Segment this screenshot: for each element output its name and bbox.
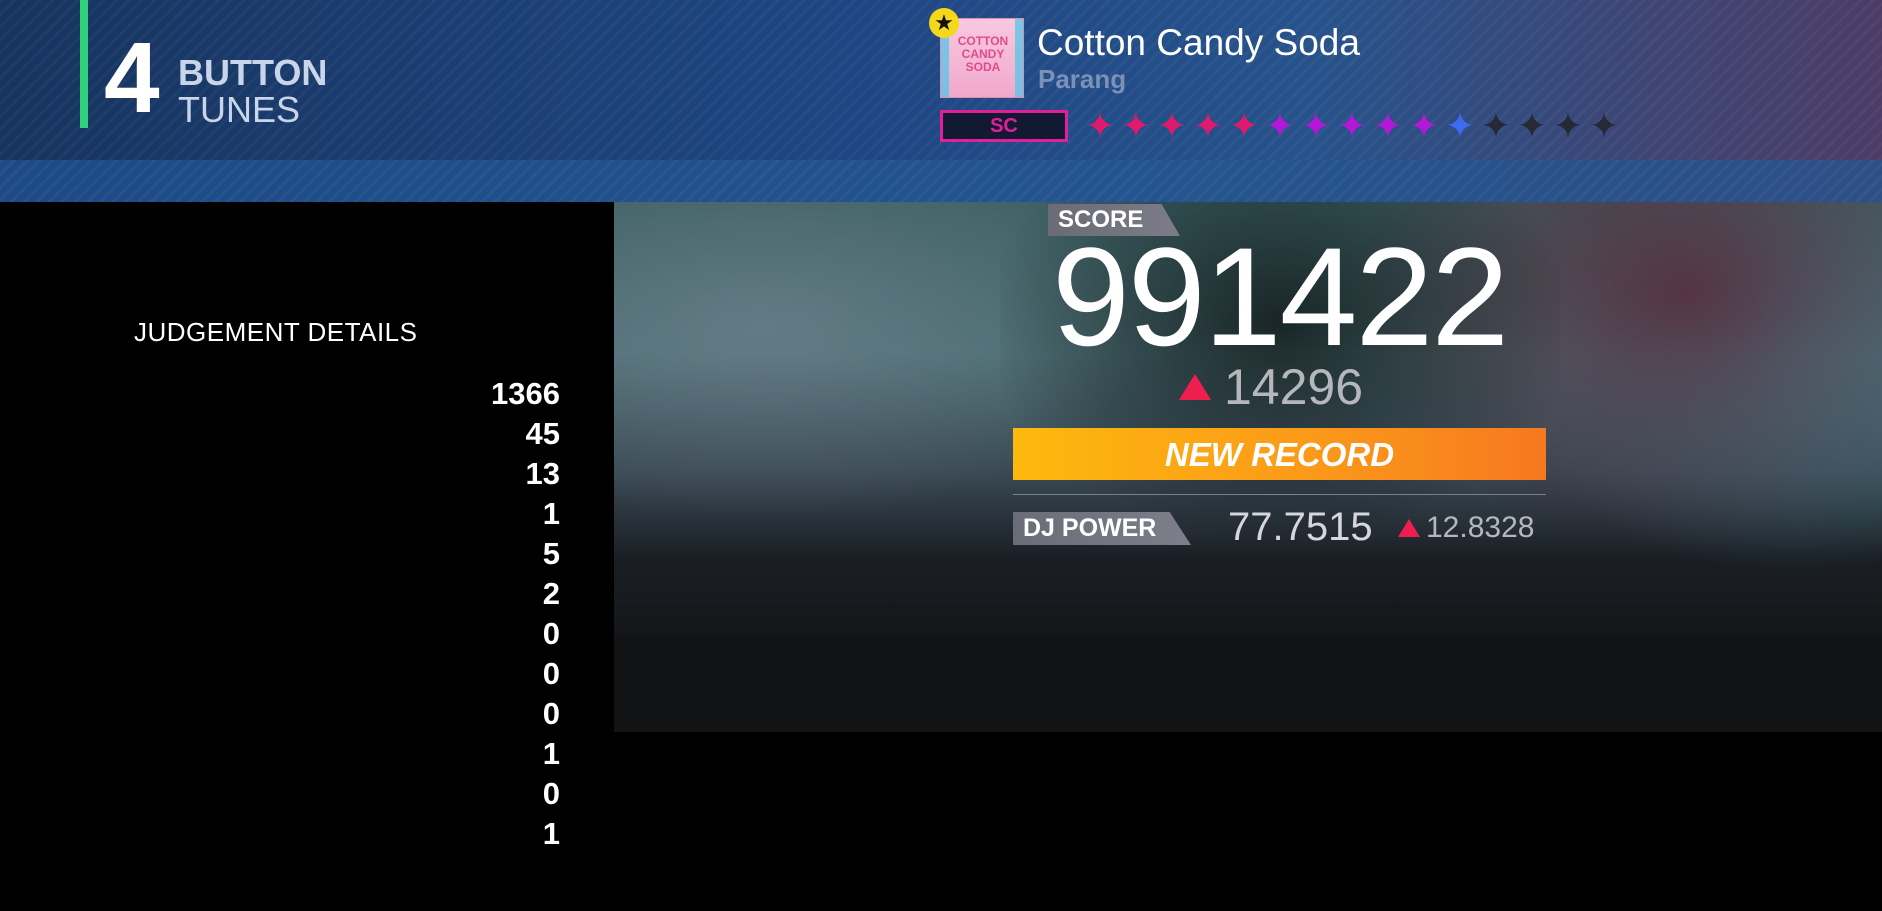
judgement-value: 0 [542, 776, 560, 811]
level-star-icon: ✦ [1084, 105, 1116, 146]
level-star-icon: ✦ [1120, 105, 1152, 146]
judgement-value: 1 [542, 496, 560, 531]
mode-number: 4 [104, 22, 160, 134]
header-band [0, 160, 1882, 202]
judgement-value: 1 [542, 736, 560, 771]
level-star-icon: ✦ [1264, 105, 1296, 146]
star-badge-icon: ★ [929, 8, 959, 38]
level-star-icon: ✦ [1228, 105, 1260, 146]
judgement-value: 0 [542, 616, 560, 651]
divider [1013, 494, 1546, 495]
level-star-icon: ✦ [1552, 105, 1584, 146]
level-star-icon: ✦ [1336, 105, 1368, 146]
judgement-value: 5 [542, 536, 560, 571]
mode-label-tunes: TUNES [178, 89, 301, 130]
level-star-icon: ✦ [1192, 105, 1224, 146]
new-record-label: NEW RECORD [1164, 436, 1395, 473]
level-star-icon: ✦ [1156, 105, 1188, 146]
jacket-logo-text: COTTON CANDY SODA [957, 34, 1009, 74]
judgement-value: 45 [525, 416, 560, 451]
judgement-details-title: JUDGEMENT DETAILS [134, 317, 418, 347]
dj-power-label: DJ POWER [1023, 514, 1157, 542]
song-artist: Parang [1038, 64, 1127, 94]
level-star-icon: ✦ [1516, 105, 1548, 146]
mode-accent-bar [80, 0, 88, 128]
judgement-value: 0 [542, 696, 560, 731]
level-star-icon: ✦ [1480, 105, 1512, 146]
level-star-icon: ✦ [1372, 105, 1404, 146]
dj-power-increase-icon [1398, 519, 1420, 537]
judgement-value: 2 [542, 576, 560, 611]
judgement-value: 0 [542, 656, 560, 691]
dj-power-difference: 12.8328 [1426, 511, 1535, 544]
difficulty-badge: SC [940, 110, 1068, 142]
level-star-icon: ✦ [1444, 105, 1476, 146]
judgement-value: 1 [542, 816, 560, 851]
level-star-icon: ✦ [1300, 105, 1332, 146]
dj-power-value: 77.7515 [1228, 505, 1373, 549]
level-star-icon: ✦ [1588, 105, 1620, 146]
level-stars: ✦ ✦ ✦ ✦ ✦ ✦ ✦ ✦ ✦ ✦ ✦ ✦ ✦ ✦ ✦ [1082, 108, 1622, 144]
result-footer-strip [614, 635, 1882, 732]
score-increase-icon [1179, 374, 1211, 400]
score-difference: 14296 [1224, 359, 1364, 415]
level-star-icon: ✦ [1408, 105, 1440, 146]
mode-label-button: BUTTON [178, 52, 328, 93]
judgement-list: 1366 45 13 1 5 2 0 0 0 1 0 1 [380, 374, 560, 854]
judgement-value: 1366 [491, 376, 560, 411]
song-title: Cotton Candy Soda [1037, 22, 1360, 63]
score-value: 991422 [1052, 218, 1509, 375]
judgement-value: 13 [525, 456, 560, 491]
